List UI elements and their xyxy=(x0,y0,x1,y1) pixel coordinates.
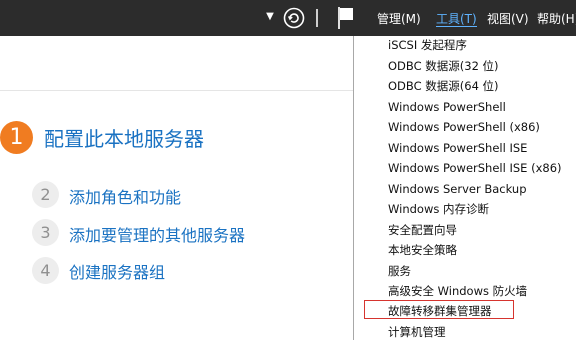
section-divider xyxy=(0,90,360,91)
add-roles-features-link[interactable]: 添加角色和功能 xyxy=(69,184,181,208)
menu-item-powershell-x86[interactable]: Windows PowerShell (x86) xyxy=(388,117,540,137)
top-toolbar: ▼ 管理(M) 工具(T) 视图(V) 帮助(H) xyxy=(0,0,576,36)
flag-icon[interactable] xyxy=(336,5,356,31)
menu-icon-gutter xyxy=(354,36,375,340)
configure-local-server-link[interactable]: 配置此本地服务器 xyxy=(44,123,204,152)
menu-item-firewall[interactable]: 高级安全 Windows 防火墙 xyxy=(388,281,527,301)
add-other-servers-link[interactable]: 添加要管理的其他服务器 xyxy=(69,222,245,246)
menu-item-services[interactable]: 服务 xyxy=(388,261,411,281)
menu-item-odbc-64[interactable]: ODBC 数据源(64 位) xyxy=(388,76,499,96)
step-number-badge: 4 xyxy=(32,257,59,284)
menu-item-computer-management[interactable]: 计算机管理 xyxy=(388,322,446,342)
menu-view[interactable]: 视图(V) xyxy=(487,0,529,36)
menu-item-odbc-32[interactable]: ODBC 数据源(32 位) xyxy=(388,56,499,76)
refresh-icon[interactable] xyxy=(283,7,305,29)
menu-item-memory-diagnostic[interactable]: Windows 内存诊断 xyxy=(388,199,489,219)
menu-manage[interactable]: 管理(M) xyxy=(377,0,421,36)
menu-help[interactable]: 帮助(H) xyxy=(537,0,576,36)
menu-tools[interactable]: 工具(T) xyxy=(436,0,477,36)
step-number-badge: 2 xyxy=(32,181,59,208)
highlight-box xyxy=(364,300,514,319)
menu-item-iscsi[interactable]: iSCSI 发起程序 xyxy=(388,35,467,55)
create-server-group-link[interactable]: 创建服务器组 xyxy=(69,259,165,283)
chevron-down-icon[interactable]: ▼ xyxy=(264,9,276,25)
menu-item-powershell[interactable]: Windows PowerShell xyxy=(388,97,506,117)
menu-item-security-config-wizard[interactable]: 安全配置向导 xyxy=(388,220,457,240)
tools-dropdown-menu: iSCSI 发起程序 ODBC 数据源(32 位) ODBC 数据源(64 位)… xyxy=(353,36,576,340)
menu-item-powershell-ise[interactable]: Windows PowerShell ISE xyxy=(388,138,527,158)
toolbar-separator xyxy=(316,9,318,27)
step-number-badge: 1 xyxy=(0,121,33,154)
menu-item-server-backup[interactable]: Windows Server Backup xyxy=(388,179,527,199)
step-number-badge: 3 xyxy=(32,219,59,246)
menu-item-powershell-ise-x86[interactable]: Windows PowerShell ISE (x86) xyxy=(388,158,562,178)
menu-item-local-security-policy[interactable]: 本地安全策略 xyxy=(388,240,457,260)
